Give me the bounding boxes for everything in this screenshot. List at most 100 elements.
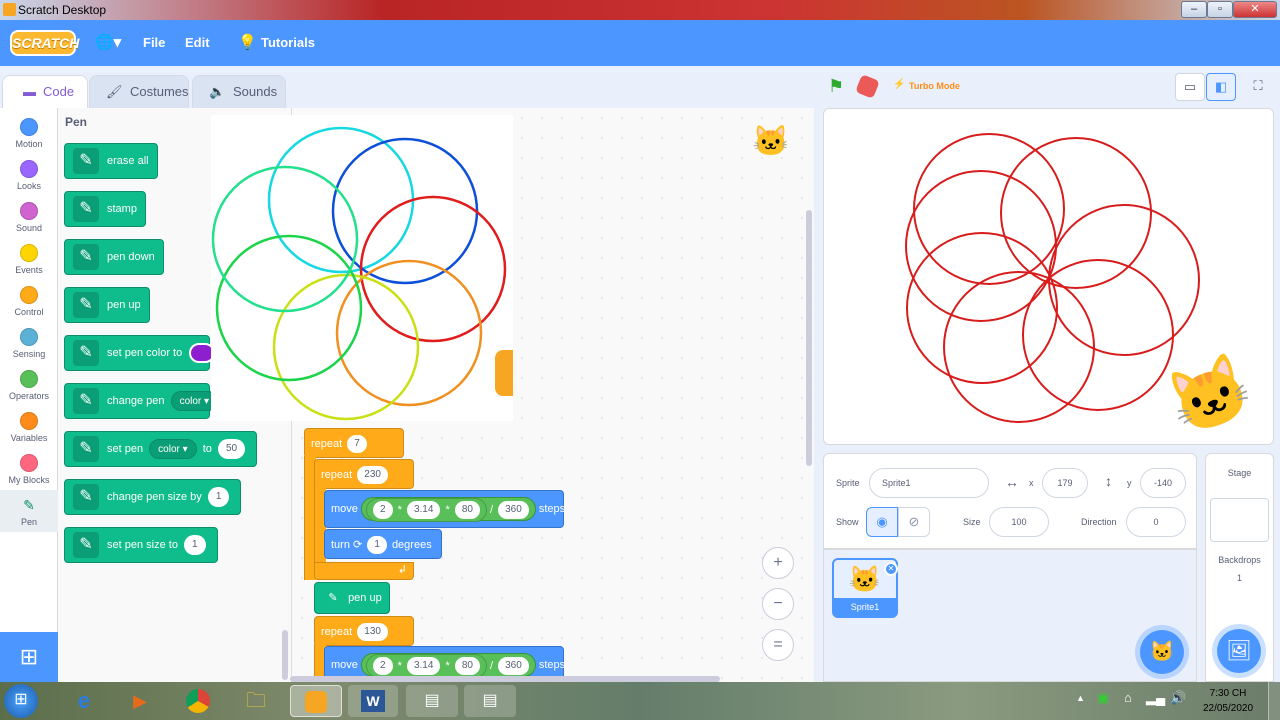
move-steps-block[interactable]: move 2 * 3.14 * 80 / 360 steps xyxy=(324,490,565,528)
hide-eye-icon[interactable]: ⊘ xyxy=(898,507,930,537)
scratch-logo[interactable]: SCRATCH xyxy=(10,30,79,56)
screen-recorder-icon[interactable]: ▤ xyxy=(464,685,516,717)
chrome-icon[interactable] xyxy=(178,685,218,717)
stage-selector-panel[interactable]: Stage Backdrops 1 🖼 xyxy=(1205,453,1274,682)
block-stamp[interactable]: ✎ stamp xyxy=(64,191,146,227)
green-flag-icon[interactable]: ⚑ xyxy=(828,76,844,97)
add-extension-button[interactable]: ⊞ xyxy=(0,632,58,682)
move-label: move xyxy=(331,659,358,671)
number-input[interactable]: 2 xyxy=(372,501,393,520)
stop-icon[interactable] xyxy=(855,74,880,99)
set-pen-size-input[interactable]: 1 xyxy=(184,535,206,556)
video-editor-icon[interactable]: ▤ xyxy=(406,685,458,717)
block-set-pen-color[interactable]: ✎ set pen color to xyxy=(64,335,216,371)
small-stage-button[interactable]: ▭ xyxy=(1175,73,1205,101)
taskbar-time[interactable]: 7:30 CH xyxy=(1198,688,1258,699)
block-pen-down[interactable]: ✎ pen down xyxy=(64,239,164,275)
volume-icon[interactable]: 🔊 xyxy=(1170,690,1186,706)
close-button[interactable]: ✕ xyxy=(1233,1,1277,18)
show-desktop-button[interactable] xyxy=(1268,682,1280,720)
repeat-block-third[interactable]: repeat 130 xyxy=(314,616,414,646)
block-erase-all[interactable]: ✎ erase all xyxy=(64,143,158,179)
block-set-pen-size[interactable]: ✎ set pen size to 1 xyxy=(64,527,218,563)
choose-sprite-button[interactable]: 🐱 xyxy=(1140,630,1184,674)
x-position-input[interactable]: 179 xyxy=(1042,468,1088,498)
start-button-icon[interactable]: ⊞ xyxy=(4,684,38,718)
tab-code[interactable]: ▬ Code xyxy=(2,75,88,109)
repeat-block-outer[interactable]: repeat 7 xyxy=(304,428,404,458)
tab-sounds[interactable]: 🔈 Sounds xyxy=(192,75,286,109)
pen-up-block[interactable]: ✎ pen up xyxy=(314,582,390,614)
taskbar-date[interactable]: 22/05/2020 xyxy=(1198,703,1258,714)
sprite-thumbnail-card[interactable]: 🐱 ✕ Sprite1 xyxy=(832,558,898,618)
language-globe-icon[interactable]: 🌐▾ xyxy=(95,33,121,51)
category-variables[interactable]: Variables xyxy=(0,406,58,448)
number-input[interactable]: 80 xyxy=(454,501,480,520)
category-my-blocks[interactable]: My Blocks xyxy=(0,448,58,490)
category-dot-icon xyxy=(20,412,38,430)
delete-sprite-icon[interactable]: ✕ xyxy=(884,562,898,576)
media-player-icon[interactable]: ▶ xyxy=(120,685,160,717)
category-pen[interactable]: ✎ Pen xyxy=(0,490,58,532)
block-change-pen[interactable]: ✎ change pen color ▾ xyxy=(64,383,219,419)
operator-multiply[interactable]: 2 * 3.14 * 80 xyxy=(365,498,487,523)
network-signal-icon[interactable]: ▂▄ xyxy=(1146,690,1165,706)
repeat-count-input[interactable]: 230 xyxy=(357,466,388,485)
show-eye-icon[interactable]: ◉ xyxy=(866,507,898,537)
y-position-input[interactable]: -140 xyxy=(1140,468,1186,498)
set-pen-value-input[interactable]: 50 xyxy=(217,439,246,460)
tray-expand-icon[interactable]: ▲ xyxy=(1076,693,1085,703)
internet-explorer-icon[interactable]: e xyxy=(64,685,104,717)
tray-device-icon[interactable]: ⌂ xyxy=(1124,690,1132,705)
operator-divide[interactable]: 2 * 3.14 * 80 / 360 xyxy=(360,653,536,679)
size-input[interactable]: 100 xyxy=(989,507,1049,537)
block-change-pen-size[interactable]: ✎ change pen size by 1 xyxy=(64,479,242,515)
repeat-block-inner[interactable]: repeat 230 xyxy=(314,459,414,489)
repeat-count-input[interactable]: 7 xyxy=(347,435,367,454)
block-set-pen[interactable]: ✎ set pen color ▾ to 50 xyxy=(64,431,258,467)
file-explorer-icon[interactable]: 🗀 xyxy=(236,685,276,717)
category-sensing[interactable]: Sensing xyxy=(0,322,58,364)
zoom-reset-button[interactable]: = xyxy=(762,629,794,661)
tab-costumes[interactable]: 🖌 Costumes xyxy=(89,75,189,109)
edit-menu[interactable]: Edit xyxy=(185,35,210,50)
direction-input[interactable]: 0 xyxy=(1126,507,1186,537)
number-input[interactable]: 3.14 xyxy=(406,657,441,676)
scratch-desktop-taskbar-icon[interactable] xyxy=(290,685,342,717)
minimize-button[interactable]: ‒ xyxy=(1181,1,1207,18)
zoom-out-button[interactable]: − xyxy=(762,588,794,620)
tray-app-icon[interactable]: ▣ xyxy=(1097,690,1109,706)
maximize-button[interactable]: ▫ xyxy=(1207,1,1233,18)
category-control[interactable]: Control xyxy=(0,280,58,322)
turn-block[interactable]: turn ⟳ 1 degrees xyxy=(324,529,442,559)
set-pen-param-dropdown[interactable]: color ▾ xyxy=(149,439,197,460)
number-input[interactable]: 360 xyxy=(498,657,529,676)
category-events[interactable]: Events xyxy=(0,238,58,280)
block-pen-up[interactable]: ✎ pen up xyxy=(64,287,150,323)
fullscreen-button[interactable]: ⛶ xyxy=(1243,73,1273,101)
repeat-count-input[interactable]: 130 xyxy=(357,623,388,642)
tutorials-menu[interactable]: Tutorials xyxy=(261,35,315,50)
category-looks[interactable]: Looks xyxy=(0,154,58,196)
number-input[interactable]: 2 xyxy=(372,657,393,676)
sprite-name-input[interactable]: Sprite1 xyxy=(869,468,989,498)
stage-canvas[interactable]: 🐱 xyxy=(823,108,1274,445)
number-input[interactable]: 3.14 xyxy=(406,501,441,520)
normal-stage-button[interactable]: ◧ xyxy=(1206,73,1236,101)
category-sound[interactable]: Sound xyxy=(0,196,58,238)
stage-thumbnail[interactable] xyxy=(1210,498,1269,542)
number-input[interactable]: 360 xyxy=(498,501,529,520)
turn-degrees-input[interactable]: 1 xyxy=(367,536,387,555)
category-motion[interactable]: Motion xyxy=(0,112,58,154)
category-operators[interactable]: Operators xyxy=(0,364,58,406)
zoom-in-button[interactable]: + xyxy=(762,547,794,579)
operator-divide[interactable]: 2 * 3.14 * 80 / 360 xyxy=(360,497,536,523)
palette-scrollbar[interactable] xyxy=(282,630,288,680)
workspace-scrollbar[interactable] xyxy=(806,210,812,466)
number-input[interactable]: 80 xyxy=(454,657,480,676)
choose-backdrop-button[interactable]: 🖼 xyxy=(1217,629,1261,673)
change-pen-size-input[interactable]: 1 xyxy=(207,487,230,508)
operator-multiply[interactable]: 2 * 3.14 * 80 xyxy=(365,654,487,679)
word-icon[interactable]: W xyxy=(348,685,398,717)
file-menu[interactable]: File xyxy=(143,35,165,50)
